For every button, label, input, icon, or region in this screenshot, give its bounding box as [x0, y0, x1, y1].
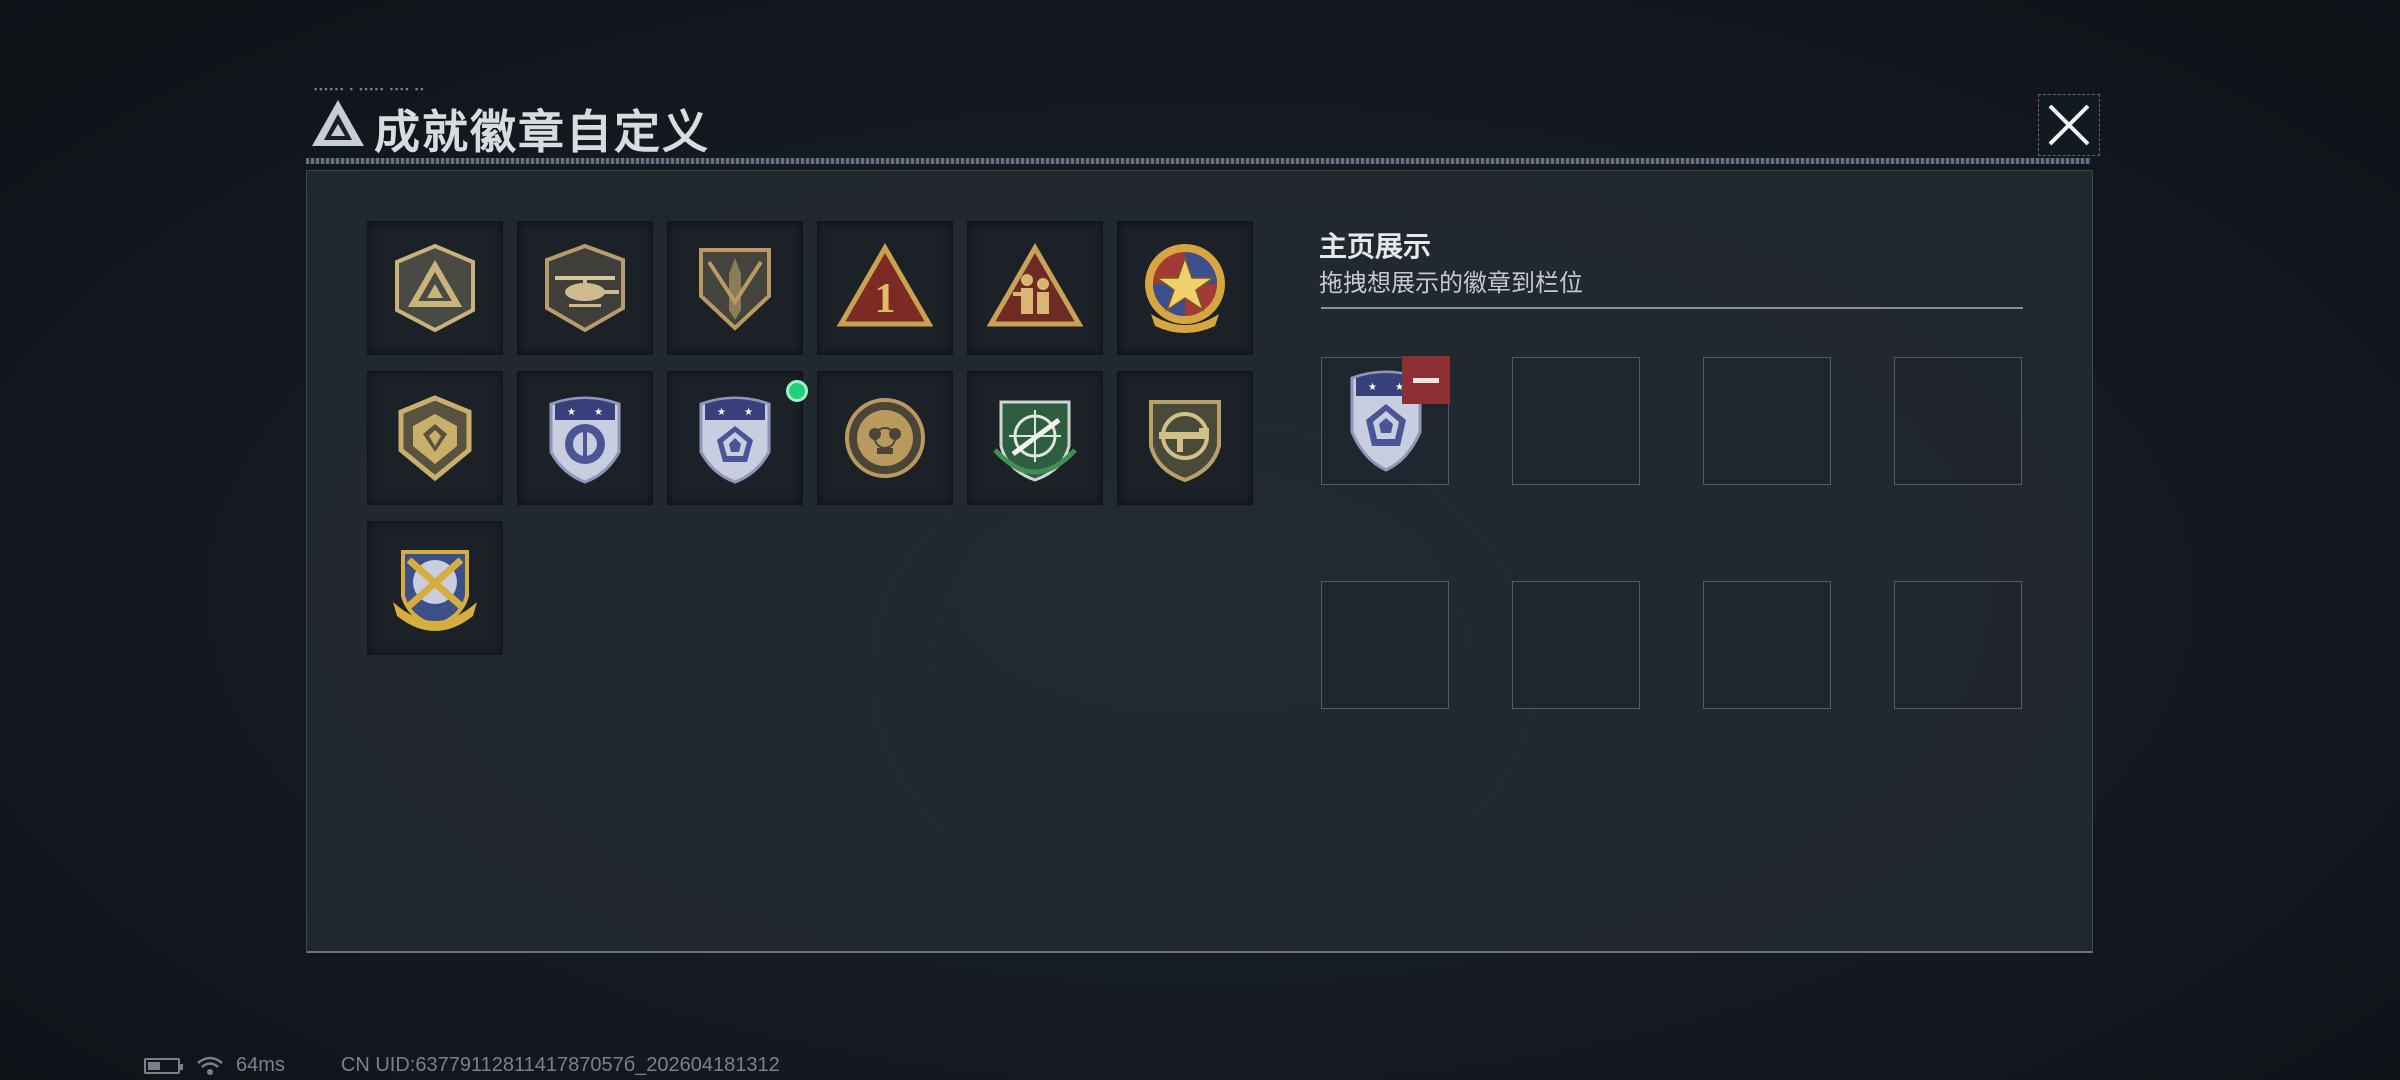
badge-cell[interactable]: [967, 221, 1103, 355]
badge-cell[interactable]: [1117, 371, 1253, 505]
showcase-slot[interactable]: [1321, 581, 1449, 709]
green-crosshair-rifle-badge-icon: [993, 400, 1077, 482]
showcase-divider: [1321, 307, 2023, 309]
status-bar: 64ms CN UID:6377911281141787057б_2026041…: [144, 1054, 780, 1077]
new-indicator-dot: [786, 380, 808, 402]
blue-stars-emblem-badge-icon: ★ ★: [549, 396, 621, 484]
close-button[interactable]: [2038, 94, 2100, 156]
showcase-title: 主页展示: [1319, 231, 1432, 262]
badge-cell[interactable]: [817, 371, 953, 505]
crossed-missiles-gold-badge-icon: [393, 550, 477, 631]
uid-text: CN UID:6377911281141787057б_202604181312: [340, 1054, 780, 1076]
battery-icon: [144, 1057, 183, 1074]
close-icon: [2048, 104, 2090, 146]
showcase-slot[interactable]: ★ ★: [1321, 356, 1450, 485]
showcase-slot[interactable]: [1512, 357, 1640, 485]
svg-text:★: ★: [717, 407, 726, 418]
badge-cell[interactable]: [517, 221, 653, 355]
showcase-subtitle: 拖拽想展示的徽章到栏位: [1319, 270, 1583, 297]
wifi-icon: [197, 1056, 223, 1075]
badge-cell[interactable]: ★ ★: [517, 371, 653, 505]
svg-text:★: ★: [1368, 382, 1377, 393]
showcase-slot[interactable]: [1703, 357, 1831, 485]
badge-cell[interactable]: [1117, 221, 1253, 355]
dagger-shield-badge-icon: [699, 248, 771, 331]
number-one-triangle-badge-icon: 1: [837, 243, 933, 327]
soldiers-triangle-badge-icon: [987, 243, 1083, 327]
triangle-shield-badge-icon: [395, 243, 475, 333]
svg-text:1: 1: [875, 276, 896, 322]
showcase-slot[interactable]: [1512, 581, 1640, 709]
badge-cell[interactable]: 1: [817, 221, 953, 355]
skull-crosshair-badge-icon: [845, 398, 925, 478]
star-medal-badge-icon: [1145, 244, 1225, 333]
badge-cell[interactable]: ★ ★: [667, 371, 808, 505]
page-title: 成就徽章自定义: [374, 106, 710, 158]
minus-icon: [1413, 377, 1439, 383]
ping-text: 64ms: [236, 1054, 285, 1076]
header-divider: [306, 158, 2091, 164]
showcase-slot[interactable]: [1894, 581, 2022, 709]
badge-cell[interactable]: [367, 521, 503, 655]
dialog-header: ▪▪▪▪▪▪ ▪ ▪▪▪▪▪ ▪▪▪▪ ▪▪ 成就徽章自定义: [306, 84, 2100, 168]
showcase-slot[interactable]: [1703, 581, 1831, 709]
blue-diamond-emblem-badge-icon: ★ ★: [699, 396, 771, 484]
badge-cell[interactable]: [967, 371, 1103, 505]
gold-shield-badge-icon: [398, 395, 472, 482]
badge-cell[interactable]: [367, 221, 503, 355]
svg-text:★: ★: [744, 407, 753, 418]
showcase-slot[interactable]: [1894, 357, 2022, 485]
svg-text:★: ★: [567, 407, 576, 418]
rifle-crosshair-badge-icon: [1149, 400, 1221, 483]
helicopter-badge-icon: [545, 243, 625, 333]
svg-text:★: ★: [594, 407, 603, 418]
badge-cell[interactable]: [667, 221, 803, 355]
triangle-logo-icon: [312, 100, 364, 146]
remove-badge-button[interactable]: [1402, 356, 1450, 404]
badge-cell[interactable]: [367, 371, 503, 505]
badge-panel: 1 ★ ★ ★ ★ 主页展示 拖拽想展示的徽章到栏位 ★ ★: [306, 170, 2093, 953]
title-decoration: ▪▪▪▪▪▪ ▪ ▪▪▪▪▪ ▪▪▪▪ ▪▪: [314, 84, 426, 94]
